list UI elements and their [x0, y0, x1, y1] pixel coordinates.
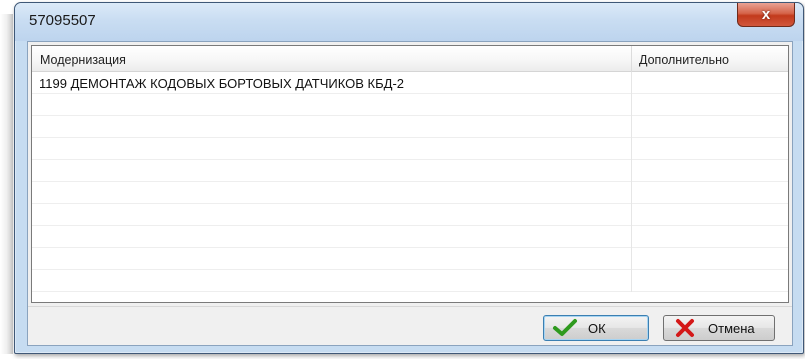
table-row[interactable] [32, 116, 788, 138]
cell-modernization[interactable] [32, 248, 632, 270]
cell-modernization[interactable] [32, 116, 632, 138]
column-header-additional[interactable]: Дополнительно [632, 46, 788, 72]
table-row[interactable] [32, 160, 788, 182]
cell-modernization[interactable] [32, 204, 632, 226]
ok-button[interactable]: ОК [543, 315, 649, 341]
grid-rows: 1199 ДЕМОНТАЖ КОДОВЫХ БОРТОВЫХ ДАТЧИКОВ … [32, 72, 788, 292]
cell-additional[interactable] [632, 248, 788, 270]
cross-icon [672, 318, 698, 338]
cell-additional[interactable] [632, 226, 788, 248]
window-title: 57095507 [29, 12, 96, 29]
cell-additional[interactable] [632, 182, 788, 204]
cell-modernization[interactable]: 1199 ДЕМОНТАЖ КОДОВЫХ БОРТОВЫХ ДАТЧИКОВ … [32, 72, 632, 94]
cell-modernization[interactable] [32, 94, 632, 116]
dialog-footer: ОК Отмена [28, 306, 792, 346]
table-row[interactable] [32, 138, 788, 160]
table-row[interactable]: 1199 ДЕМОНТАЖ КОДОВЫХ БОРТОВЫХ ДАТЧИКОВ … [32, 72, 788, 94]
cancel-button[interactable]: Отмена [663, 315, 775, 341]
cell-additional[interactable] [632, 270, 788, 292]
cell-additional[interactable] [632, 138, 788, 160]
cell-modernization[interactable] [32, 138, 632, 160]
cell-additional[interactable] [632, 204, 788, 226]
grid-header: Модернизация Дополнительно [32, 46, 788, 72]
table-row[interactable] [32, 204, 788, 226]
ok-button-label: ОК [588, 320, 606, 336]
cancel-button-label: Отмена [708, 320, 755, 336]
cell-additional[interactable] [632, 94, 788, 116]
cell-modernization[interactable] [32, 182, 632, 204]
table-row[interactable] [32, 94, 788, 116]
cell-additional[interactable] [632, 160, 788, 182]
table-row[interactable] [32, 182, 788, 204]
cell-modernization[interactable] [32, 270, 632, 292]
close-icon: x [761, 6, 771, 23]
table-row[interactable] [32, 226, 788, 248]
modernization-grid: Модернизация Дополнительно 1199 ДЕМОНТАЖ… [31, 45, 789, 303]
dialog-client-area: Модернизация Дополнительно 1199 ДЕМОНТАЖ… [27, 41, 793, 346]
table-row[interactable] [32, 248, 788, 270]
dialog-window: 57095507 x Модернизация Дополнительно 11… [14, 2, 804, 354]
cell-modernization[interactable] [32, 226, 632, 248]
cell-additional[interactable] [632, 72, 788, 94]
cell-modernization[interactable] [32, 160, 632, 182]
cell-additional[interactable] [632, 116, 788, 138]
background-edge [0, 14, 13, 354]
column-header-modernization[interactable]: Модернизация [32, 46, 632, 72]
checkmark-icon [552, 318, 578, 338]
title-bar[interactable]: 57095507 x [15, 3, 803, 41]
table-row[interactable] [32, 270, 788, 292]
close-button[interactable]: x [737, 3, 795, 27]
